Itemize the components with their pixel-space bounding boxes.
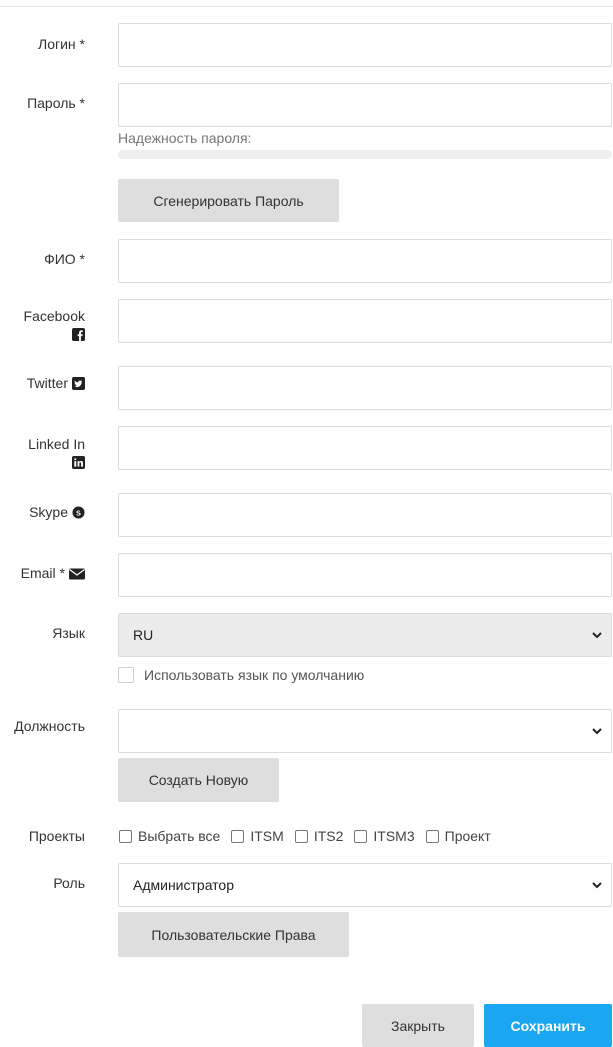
project-checkbox[interactable]: [354, 829, 368, 843]
project-option-project[interactable]: Проект: [425, 828, 491, 844]
login-label: Логин *: [38, 36, 85, 52]
close-button[interactable]: Закрыть: [362, 1004, 474, 1047]
generate-password-button[interactable]: Сгенерировать Пароль: [118, 179, 339, 222]
language-select-value: RU: [133, 627, 154, 643]
language-select[interactable]: RU: [118, 613, 612, 657]
fullname-label: ФИО *: [44, 251, 85, 267]
role-label: Роль: [53, 875, 85, 891]
project-option-itsm3[interactable]: ITSM3: [354, 828, 415, 844]
project-option-label: Выбрать все: [138, 828, 221, 844]
default-language-label: Использовать язык по умолчанию: [144, 667, 365, 683]
project-checkbox[interactable]: [119, 829, 132, 843]
password-strength-label: Надежность пароля:: [118, 130, 252, 146]
skype-icon: [72, 505, 85, 519]
facebook-icon: [72, 328, 85, 341]
custom-rights-button[interactable]: Пользовательские Права: [118, 912, 349, 957]
position-select[interactable]: [118, 709, 612, 753]
project-option-label: ITSM3: [373, 828, 415, 844]
projects-label: Проекты: [28, 828, 85, 844]
position-label: Должность: [14, 718, 85, 734]
language-label: Язык: [52, 625, 85, 641]
skype-input[interactable]: [118, 493, 612, 537]
twitter-label: Twitter: [27, 373, 85, 393]
chevron-down-icon: [592, 728, 602, 735]
facebook-label: Facebook: [24, 306, 85, 341]
linkedin-label: Linked In: [28, 434, 85, 469]
password-input[interactable]: [118, 83, 612, 127]
email-input[interactable]: [118, 553, 612, 597]
envelope-icon: [69, 568, 85, 579]
role-select[interactable]: Администратор: [118, 863, 612, 907]
default-language-checkbox[interactable]: [118, 667, 134, 683]
linkedin-input[interactable]: [118, 426, 612, 470]
skype-label: Skype: [29, 502, 85, 522]
project-checkbox[interactable]: [294, 829, 308, 843]
password-label: Пароль *: [27, 95, 85, 111]
project-checkbox[interactable]: [231, 829, 245, 843]
project-option-label: ITS2: [313, 828, 344, 844]
chevron-down-icon: [592, 882, 602, 889]
default-language-option[interactable]: Использовать язык по умолчанию: [118, 667, 364, 683]
projects-options: Выбрать все ITSM ITS2 ITSM3 Проект: [119, 826, 502, 846]
project-option-label: Проект: [444, 828, 491, 844]
project-option-label: ITSM: [250, 828, 284, 844]
project-checkbox[interactable]: [425, 829, 439, 843]
project-option-itsm[interactable]: ITSM: [231, 828, 284, 844]
twitter-input[interactable]: [118, 366, 612, 410]
create-position-button[interactable]: Создать Новую: [118, 758, 279, 802]
fullname-input[interactable]: [118, 239, 612, 283]
login-input[interactable]: [118, 23, 612, 67]
email-label: Email *: [21, 563, 85, 583]
password-strength-bar: [118, 150, 612, 159]
twitter-icon: [72, 376, 85, 390]
role-select-value: Администратор: [133, 877, 235, 893]
top-divider: [0, 6, 613, 7]
save-button[interactable]: Сохранить: [484, 1004, 612, 1047]
linkedin-icon: [72, 456, 85, 469]
project-option-its2[interactable]: ITS2: [294, 828, 344, 844]
chevron-down-icon: [592, 632, 602, 639]
facebook-input[interactable]: [118, 299, 612, 343]
project-option-select-all[interactable]: Выбрать все: [119, 828, 220, 844]
